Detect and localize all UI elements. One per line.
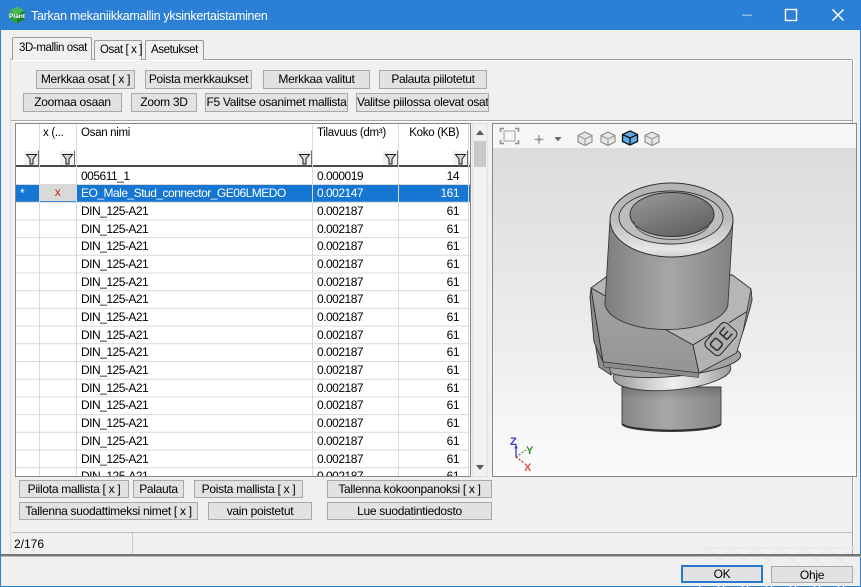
svg-text:Z: Z	[510, 436, 517, 448]
svg-text:Plant: Plant	[9, 13, 26, 20]
svg-text:X: X	[524, 462, 532, 474]
svg-text:Y: Y	[526, 445, 534, 457]
